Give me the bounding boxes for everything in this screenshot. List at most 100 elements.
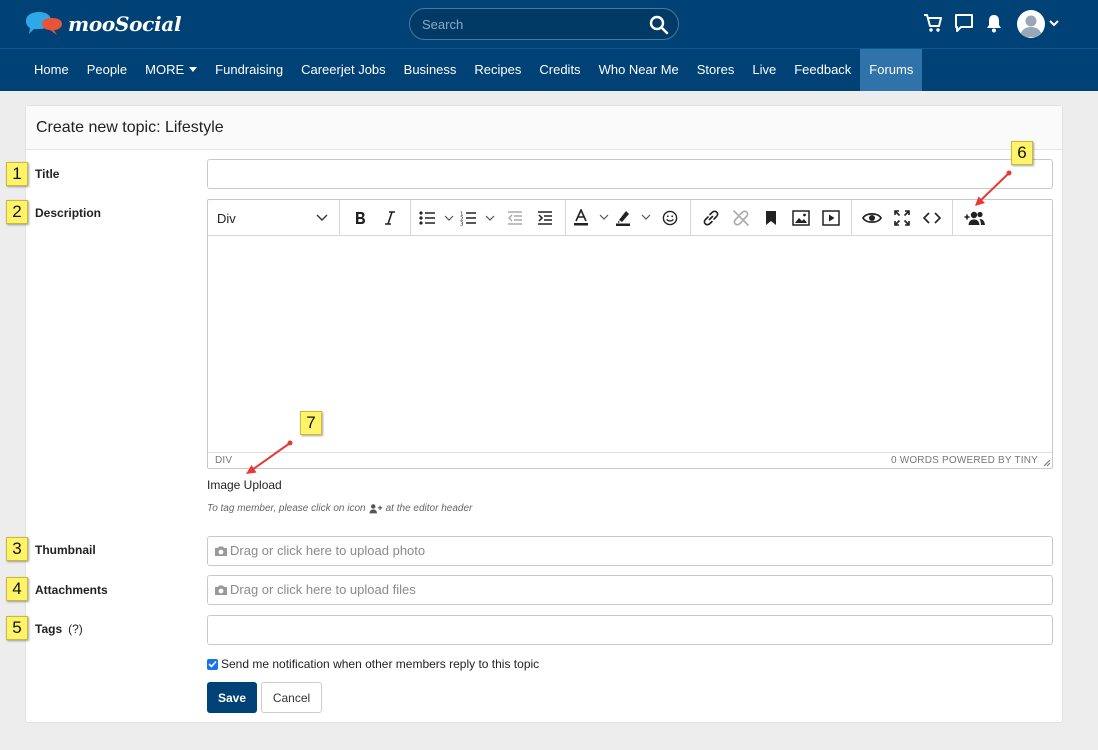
remove-link-button[interactable] [726,204,756,232]
caret-down-icon [189,67,198,72]
nav-item-who-near-me[interactable]: Who Near Me [590,49,688,91]
editor-statusbar: DIV 0 WORDS POWERED BY TINY [208,452,1052,468]
thumbnail-upload-text: Drag or click here to upload photo [230,543,426,558]
top-header: mooSocial [0,0,1098,49]
callout-6: 6 [1011,141,1033,165]
title-input[interactable] [207,159,1053,189]
link-icon [703,210,719,226]
outdent-icon [507,211,522,225]
callout-7: 7 [300,411,322,435]
notifications-bell-icon[interactable] [984,12,1004,34]
nav-item-business[interactable]: Business [395,49,466,91]
bullet-list-button[interactable] [416,204,458,232]
highlight-icon [616,211,651,226]
attachments-upload-zone[interactable]: Drag or click here to upload files [207,575,1053,605]
numbered-list-button[interactable]: 123 [458,204,500,232]
nav-item-careerjet-jobs[interactable]: Careerjet Jobs [292,49,395,91]
source-code-button[interactable] [917,204,947,232]
page-title: Create new topic: Lifestyle [26,106,1062,150]
description-label: Description [35,206,102,220]
notify-option[interactable]: Send me notification when other members … [207,657,539,671]
chevron-down-icon[interactable] [1048,18,1060,28]
camera-icon [215,546,227,556]
insert-link-button[interactable] [696,204,726,232]
description-editor: Div 123 DIV 0 WORDS POWERED BY TINY [207,199,1053,469]
anchor-button[interactable] [756,204,786,232]
code-icon [923,212,941,224]
block-format-select[interactable]: Div [210,204,334,232]
nav-item-more-label: MORE [145,62,185,77]
hint-text-end: at the editor header [385,503,473,514]
text-color-button[interactable] [571,204,613,232]
cart-icon[interactable] [922,12,944,34]
highlight-color-button[interactable] [613,204,655,232]
notify-label: Send me notification when other members … [221,657,540,671]
nav-item-more[interactable]: MORE [136,49,206,91]
image-upload-link[interactable]: Image Upload [207,478,282,492]
bold-icon [356,212,365,224]
search-box[interactable] [409,8,679,40]
nav-item-credits[interactable]: Credits [530,49,589,91]
nav-item-recipes[interactable]: Recipes [465,49,530,91]
tag-member-button[interactable] [958,204,992,232]
insert-media-button[interactable] [816,204,846,232]
fullscreen-icon [894,210,910,226]
preview-button[interactable] [857,204,887,232]
messages-icon[interactable] [953,12,975,34]
nav-item-stores[interactable]: Stores [688,49,744,91]
tags-input[interactable] [207,615,1053,645]
save-button[interactable]: Save [207,682,257,713]
fullscreen-button[interactable] [887,204,917,232]
tags-label-text: Tags [35,622,63,636]
nav-item-feedback[interactable]: Feedback [785,49,860,91]
chevron-down-icon [316,214,328,221]
site-logo[interactable]: mooSocial [24,10,182,38]
unlink-icon [733,210,749,226]
notify-checkbox[interactable] [207,658,218,670]
thumbnail-upload-zone[interactable]: Drag or click here to upload photo [207,536,1053,566]
search-input[interactable] [422,14,642,34]
editor-toolbar: Div 123 [208,200,1052,236]
bold-button[interactable] [345,204,375,232]
nav-item-forums[interactable]: Forums [860,49,923,91]
tags-label: Tags (?) [35,622,83,636]
callout-3: 3 [6,537,28,561]
hint-text-start: To tag member, please click on icon [207,503,366,514]
chat-bubbles-logo-icon [26,12,62,35]
tag-member-icon [369,504,382,514]
resize-handle-icon[interactable] [1042,458,1051,467]
numbered-list-icon: 123 [460,212,495,227]
title-label: Title [35,167,60,181]
indent-button[interactable] [530,204,560,232]
main-nav: Home People MORE Fundraising Careerjet J… [0,49,1098,91]
bullet-list-icon [419,211,454,225]
bookmark-icon [766,211,776,225]
user-avatar[interactable] [1017,10,1045,38]
checkmark-icon [208,660,217,668]
cancel-button[interactable]: Cancel [261,682,322,713]
user-avatar-icon [1020,15,1042,37]
attachments-upload-text: Drag or click here to upload files [230,582,416,597]
search-icon[interactable] [649,15,669,35]
emoji-button[interactable] [655,204,685,232]
nav-item-live[interactable]: Live [743,49,785,91]
tags-help-link[interactable]: (?) [68,622,83,636]
callout-4: 4 [6,577,28,601]
element-path[interactable]: DIV [215,455,232,466]
italic-button[interactable] [375,204,405,232]
nav-item-people[interactable]: People [78,49,136,91]
nav-item-home[interactable]: Home [25,49,78,91]
callout-2: 2 [6,200,28,224]
attachments-label: Attachments [35,583,108,597]
media-play-icon [822,210,840,226]
text-color-icon [574,209,609,226]
nav-item-fundraising[interactable]: Fundraising [206,49,292,91]
svg-text:3: 3 [460,222,464,227]
thumbnail-label: Thumbnail [35,543,96,557]
editor-content-area[interactable] [208,236,1052,452]
camera-icon [215,585,227,595]
insert-image-button[interactable] [786,204,816,232]
logo-text: mooSocial [68,12,182,36]
block-format-value: Div [217,210,236,226]
outdent-button[interactable] [500,204,530,232]
